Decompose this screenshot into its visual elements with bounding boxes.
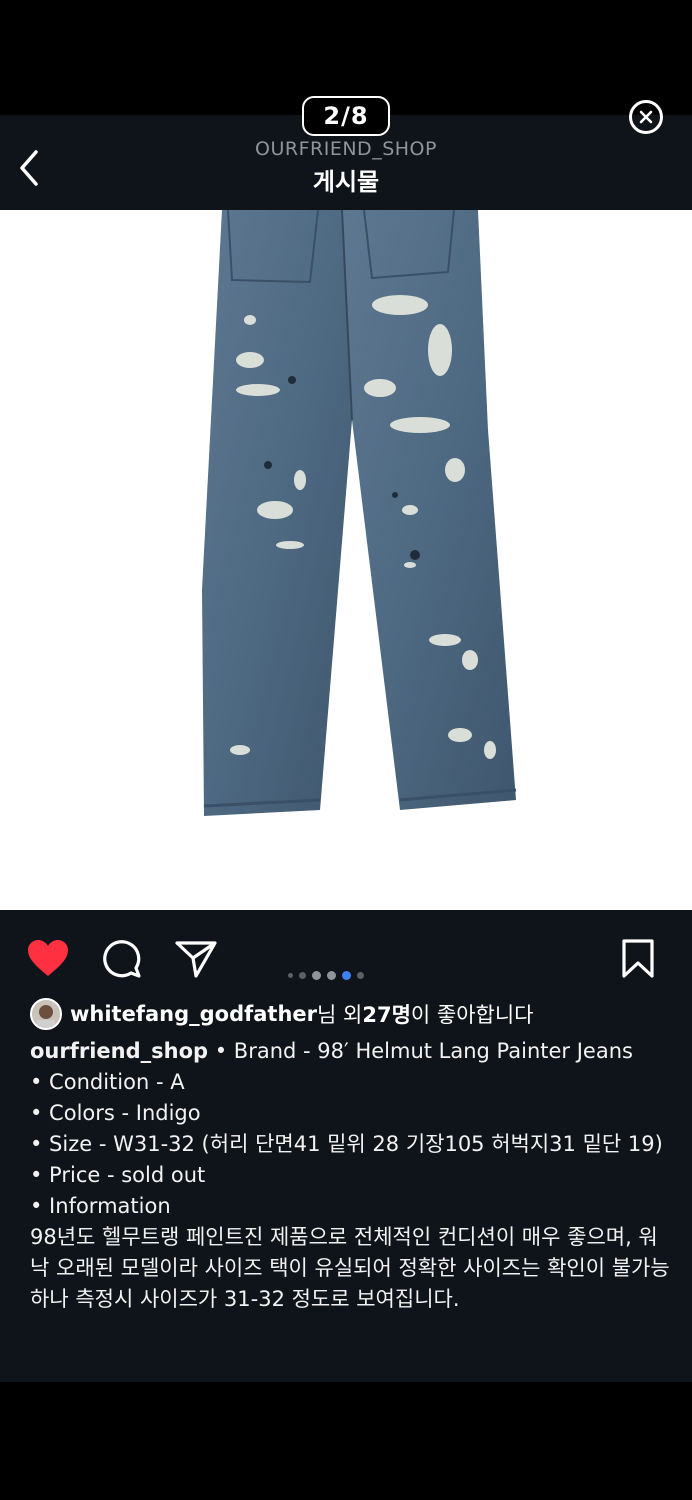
likes-count[interactable]: 27명 xyxy=(362,999,411,1029)
carousel-dot xyxy=(312,971,321,980)
likes-text: 이 좋아합니다 xyxy=(410,1003,534,1027)
image-counter: 2/8 xyxy=(302,96,390,136)
avatar-icon xyxy=(32,1000,60,1028)
post-caption: ourfriend_shop • Brand - 98′ Helmut Lang… xyxy=(30,1036,670,1315)
post-details: whitefang_godfather 님 외 27명 이 좋아합니다 ourf… xyxy=(0,910,692,1382)
likes-text: 님 외 xyxy=(317,1003,363,1027)
close-icon xyxy=(639,110,653,124)
send-icon xyxy=(175,941,217,978)
action-bar xyxy=(0,938,692,982)
comment-icon xyxy=(103,940,141,978)
likes-summary[interactable]: whitefang_godfather 님 외 27명 이 좋아합니다 xyxy=(30,998,534,1030)
caption-description: 98년도 헬무트랭 페인트진 제품으로 전체적인 컨디션이 매우 좋으며, 워낙… xyxy=(30,1225,670,1311)
carousel-dot xyxy=(288,973,293,978)
carousel-dot xyxy=(357,972,364,979)
carousel-dot xyxy=(327,971,336,980)
carousel-dot xyxy=(299,972,306,979)
caption-username[interactable]: ourfriend_shop xyxy=(30,1039,208,1063)
caption-condition: • Condition - A xyxy=(30,1070,185,1094)
caption-brand-line: ourfriend_shop • Brand - 98′ Helmut Lang… xyxy=(30,1036,670,1067)
jeans-photo xyxy=(202,210,517,816)
share-button[interactable] xyxy=(174,938,218,984)
caption-colors: • Colors - Indigo xyxy=(30,1101,201,1125)
comment-button[interactable] xyxy=(101,938,143,984)
carousel-indicator xyxy=(288,971,364,980)
shop-name[interactable]: OURFRIEND_SHOP xyxy=(0,138,692,160)
heart-icon xyxy=(28,940,68,976)
post-image[interactable] xyxy=(0,210,692,910)
like-button[interactable] xyxy=(26,938,70,982)
bookmark-icon xyxy=(622,939,654,978)
page-title: 게시물 xyxy=(312,168,380,196)
carousel-dot-active xyxy=(342,971,351,980)
caption-size: • Size - W31-32 (허리 단면41 밑위 28 기장105 허벅지… xyxy=(30,1132,663,1156)
caption-brand: • Brand - 98′ Helmut Lang Painter Jeans xyxy=(208,1039,633,1063)
close-button[interactable] xyxy=(629,100,663,134)
caption-information: • Information xyxy=(30,1194,171,1218)
save-button[interactable] xyxy=(620,938,656,984)
caption-price: • Price - sold out xyxy=(30,1163,206,1187)
avatar[interactable] xyxy=(30,998,62,1030)
liker-username[interactable]: whitefang_godfather xyxy=(70,1002,317,1026)
